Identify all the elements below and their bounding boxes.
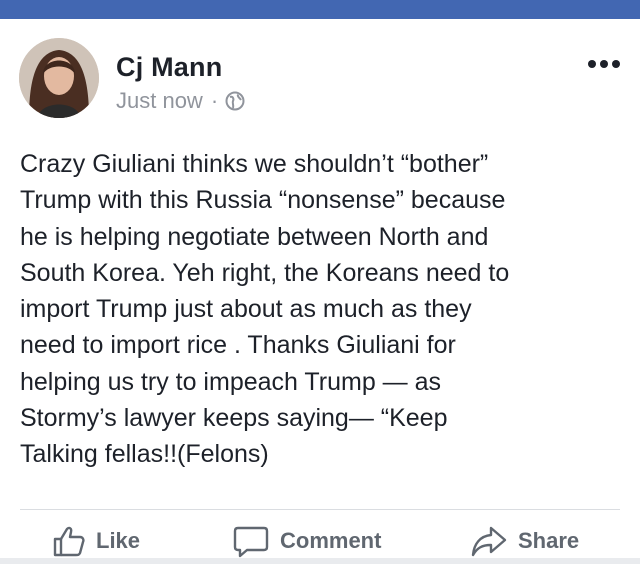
more-options-icon[interactable] <box>588 60 620 68</box>
post-text: Crazy Giuliani thinks we shouldn’t “both… <box>20 150 510 469</box>
share-icon <box>471 526 507 557</box>
comment-button[interactable]: Comment <box>232 524 381 558</box>
post-timestamp[interactable]: Just now <box>116 88 203 114</box>
comment-label: Comment <box>280 528 382 553</box>
author-avatar[interactable] <box>19 38 99 118</box>
share-label: Share <box>518 528 580 553</box>
like-label: Like <box>96 528 141 553</box>
like-button[interactable]: Like <box>52 524 140 558</box>
more-dot <box>588 60 596 68</box>
meta-separator: · <box>210 88 219 113</box>
thumbs-up-icon <box>53 526 85 557</box>
post-card: Cj Mann Just now · Crazy Giuliani thinks… <box>0 19 640 558</box>
comment-icon <box>233 526 269 558</box>
post-meta: Just now · <box>116 88 245 114</box>
actions-divider <box>20 509 620 510</box>
more-dot <box>612 60 620 68</box>
more-dot <box>600 60 608 68</box>
top-bar <box>0 0 640 19</box>
share-button[interactable]: Share <box>470 524 579 558</box>
post-actions: Like Comment Share <box>0 524 640 564</box>
author-name[interactable]: Cj Mann <box>116 52 222 83</box>
globe-icon <box>225 91 245 111</box>
